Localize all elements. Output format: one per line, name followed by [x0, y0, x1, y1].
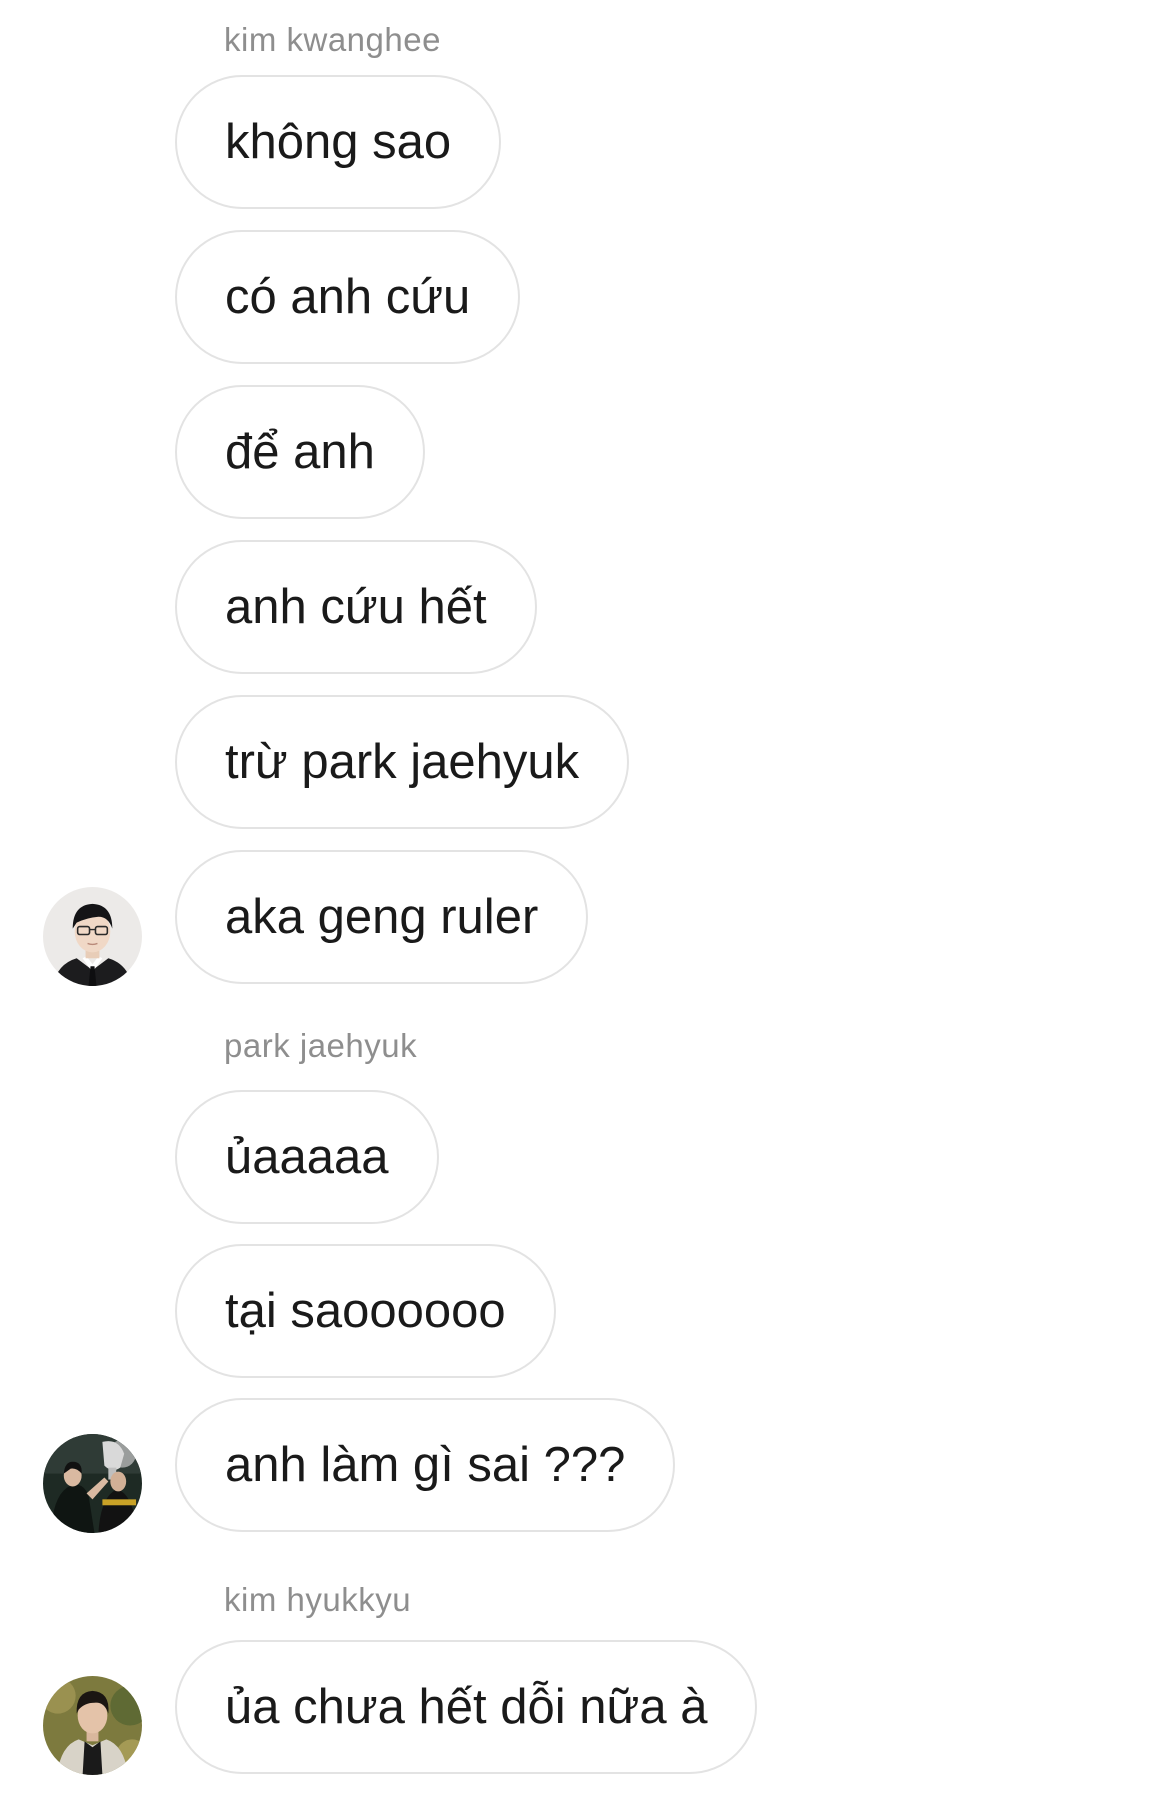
avatar-kim-kwanghee[interactable] [43, 887, 142, 986]
profile-photo-suit-glasses-icon [43, 887, 142, 986]
sender-name: kim kwanghee [224, 21, 441, 58]
profile-photo-outdoor-icon [43, 1676, 142, 1775]
message-bubble[interactable]: trừ park jaehyuk [175, 695, 630, 829]
message-bubble[interactable]: để anh [175, 385, 425, 519]
message-bubble[interactable]: ủaaaaa [175, 1090, 439, 1224]
message-bubble[interactable]: tại saoooooo [175, 1244, 556, 1378]
avatar-kim-hyukkyu[interactable] [43, 1676, 142, 1775]
sender-name: park jaehyuk [224, 1027, 418, 1064]
message-bubble[interactable]: aka geng ruler [175, 850, 589, 984]
avatar-park-jaehyuk[interactable] [43, 1434, 142, 1533]
message-bubble[interactable]: có anh cứu [175, 230, 521, 364]
message-bubble[interactable]: anh cứu hết [175, 540, 537, 674]
sender-name: kim hyukkyu [224, 1581, 412, 1618]
message-thread: kim kwanghee không sao có anh cứu để anh… [0, 0, 1170, 1807]
profile-photo-trophy-icon [43, 1434, 142, 1533]
message-bubble[interactable]: không sao [175, 75, 502, 209]
message-bubble[interactable]: ủa chưa hết dỗi nữa à [175, 1640, 758, 1774]
message-bubble[interactable]: anh làm gì sai ??? [175, 1398, 676, 1532]
